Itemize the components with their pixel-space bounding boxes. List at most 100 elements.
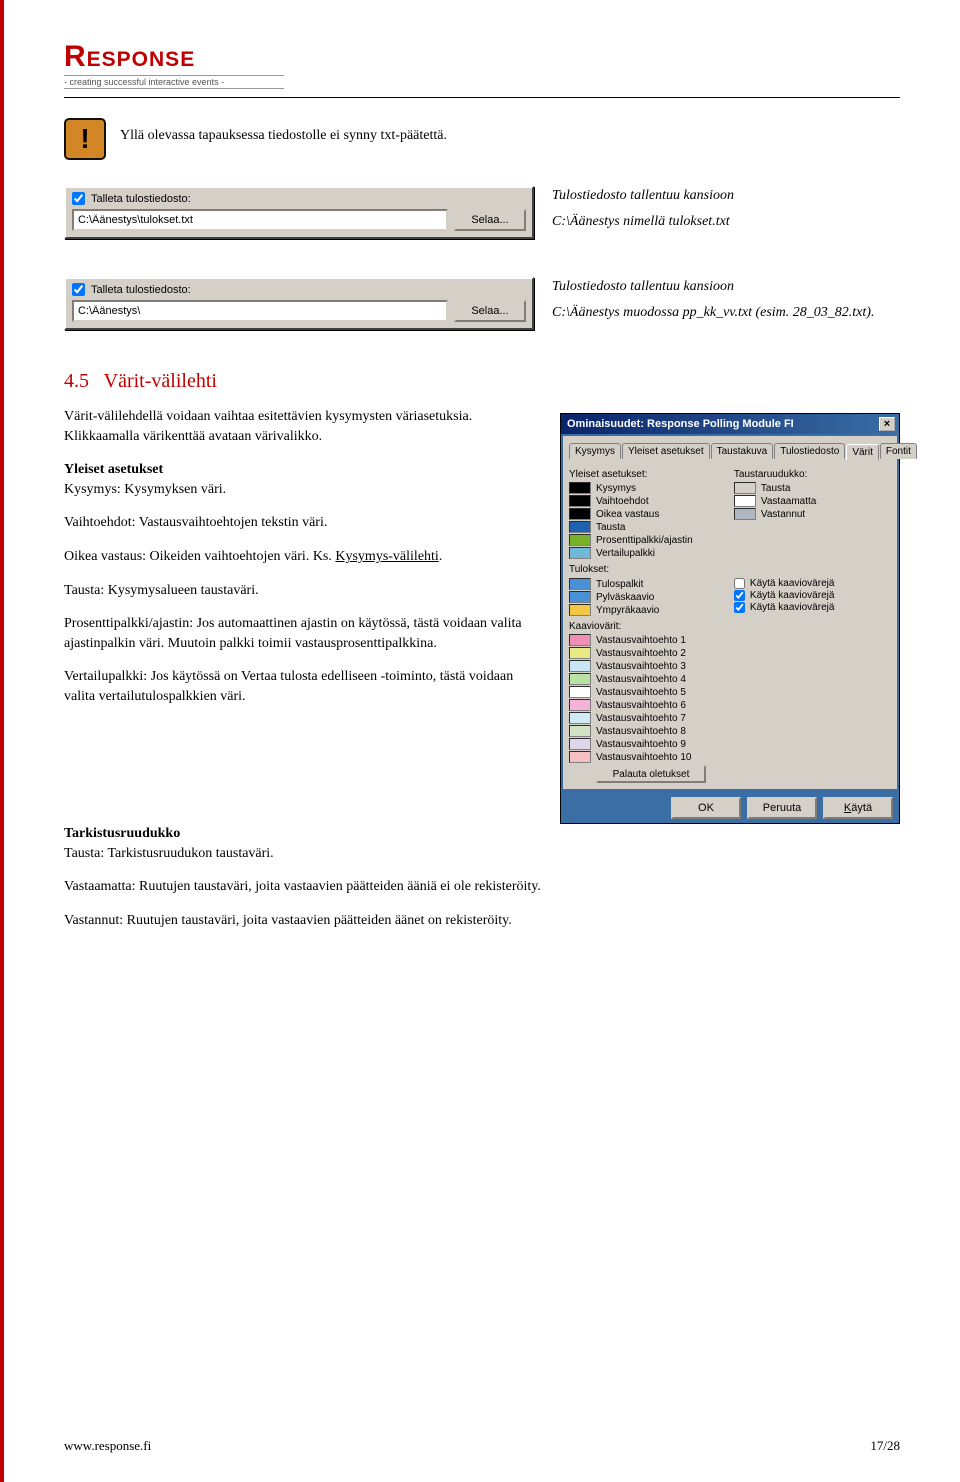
tab-tulostiedosto[interactable]: Tulostiedosto — [774, 443, 845, 459]
logo-text: Response — [64, 40, 900, 74]
tulokset-row-1: Pylväskaavio — [569, 591, 734, 603]
save-panel-2: Talleta tulostiedosto: Selaa... — [64, 277, 534, 330]
kaavio-row-2-swatch[interactable] — [569, 660, 591, 672]
yleiset-row-3-swatch[interactable] — [569, 521, 591, 533]
browse-button-2[interactable]: Selaa... — [454, 300, 526, 322]
footer-page: 17/28 — [870, 1438, 900, 1454]
tausta-row-2-label: Vastannut — [761, 509, 805, 520]
ok-button[interactable]: OK — [671, 797, 741, 819]
use-chart-colors-label-1: Käytä kaaviovärejä — [750, 590, 835, 601]
tausta-row-2-swatch[interactable] — [734, 508, 756, 520]
cancel-button[interactable]: Peruuta — [747, 797, 817, 819]
section-heading: 4.5 Värit-välilehti — [64, 370, 900, 393]
yleiset-row-4-label: Prosenttipalkki/ajastin — [596, 535, 693, 546]
yleiset-row-5: Vertailupalkki — [569, 547, 734, 559]
kaavio-row-7-swatch[interactable] — [569, 725, 591, 737]
tab-kysymys[interactable]: Kysymys — [569, 443, 621, 459]
kaavio-row-5-label: Vastausvaihtoehto 6 — [596, 700, 686, 711]
yleiset-row-1-label: Vaihtoehdot — [596, 496, 649, 507]
warning-icon: ! — [64, 118, 106, 160]
tarkistus-tausta-text: Tausta: Tarkistusruudukon taustaväri. — [64, 846, 274, 861]
kaavio-row-2: Vastausvaihtoehto 3 — [569, 660, 891, 672]
group-yleiset-label: Yleiset asetukset: — [569, 469, 734, 480]
tarkistus-heading: Tarkistusruudukko — [64, 826, 180, 841]
use-chart-colors-checkbox-0[interactable] — [734, 578, 745, 589]
reset-defaults-button[interactable]: Palauta oletukset — [596, 765, 706, 783]
kaavio-row-7: Vastausvaihtoehto 8 — [569, 725, 891, 737]
save-checkbox-1[interactable] — [72, 192, 85, 205]
yleiset-row-0: Kysymys — [569, 482, 734, 494]
group-tulokset-label: Tulokset: — [569, 564, 891, 575]
apply-button[interactable]: Käytä — [823, 797, 893, 819]
tulokset-chk-row-2: Käytä kaaviovärejä — [734, 602, 891, 613]
tausta-row-1-swatch[interactable] — [734, 495, 756, 507]
vaihtoehdot-text: Vaihtoehdot: Vastausvaihtoehtojen teksti… — [64, 513, 540, 533]
tausta-row-0-swatch[interactable] — [734, 482, 756, 494]
yleiset-row-1: Vaihtoehdot — [569, 495, 734, 507]
yleiset-row-3: Tausta — [569, 521, 734, 533]
prosentti-text: Prosenttipalkki/ajastin: Jos automaattin… — [64, 614, 540, 653]
oikea-vastaus-text: Oikea vastaus: Oikeiden vaihtoehtojen vä… — [64, 547, 540, 567]
group-tausta-label: Taustaruudukko: — [734, 469, 891, 480]
path-input-1[interactable] — [72, 209, 448, 231]
tab-strip: KysymysYleiset asetuksetTaustakuvaTulost… — [569, 442, 891, 459]
dialog-title: Ominaisuudet: Response Polling Module FI — [567, 418, 794, 430]
use-chart-colors-label-2: Käytä kaaviovärejä — [750, 602, 835, 613]
kaavio-row-8: Vastausvaihtoehto 9 — [569, 738, 891, 750]
yleiset-row-5-swatch[interactable] — [569, 547, 591, 559]
tausta-text: Tausta: Kysymysalueen taustaväri. — [64, 581, 540, 601]
kysymys-link[interactable]: Kysymys-välilehti — [335, 549, 438, 564]
kaavio-row-6: Vastausvaihtoehto 7 — [569, 712, 891, 724]
use-chart-colors-checkbox-1[interactable] — [734, 590, 745, 601]
kaavio-row-0-swatch[interactable] — [569, 634, 591, 646]
yleiset-row-4-swatch[interactable] — [569, 534, 591, 546]
kaavio-row-2-label: Vastausvaihtoehto 3 — [596, 661, 686, 672]
save-checkbox-label-1: Talleta tulostiedosto: — [91, 193, 191, 205]
yleiset-row-2-swatch[interactable] — [569, 508, 591, 520]
tausta-row-0: Tausta — [734, 482, 891, 494]
kysymys-text: Kysymys: Kysymyksen väri. — [64, 482, 226, 497]
kaavio-row-4-label: Vastausvaihtoehto 5 — [596, 687, 686, 698]
browse-button-1[interactable]: Selaa... — [454, 209, 526, 231]
tulokset-row-0-swatch[interactable] — [569, 578, 591, 590]
kaavio-row-4-swatch[interactable] — [569, 686, 591, 698]
save-checkbox-2[interactable] — [72, 283, 85, 296]
tulokset-row-2-swatch[interactable] — [569, 604, 591, 616]
close-icon[interactable]: × — [879, 417, 895, 431]
tausta-row-1: Vastaamatta — [734, 495, 891, 507]
tausta-row-0-label: Tausta — [761, 483, 790, 494]
use-chart-colors-checkbox-2[interactable] — [734, 602, 745, 613]
tulokset-row-1-label: Pylväskaavio — [596, 592, 654, 603]
vertailu-text: Vertailupalkki: Jos käytössä on Vertaa t… — [64, 667, 540, 706]
kaavio-row-8-swatch[interactable] — [569, 738, 591, 750]
kaavio-row-6-label: Vastausvaihtoehto 7 — [596, 713, 686, 724]
tab-yleiset-asetukset[interactable]: Yleiset asetukset — [622, 443, 710, 459]
tulokset-row-0-label: Tulospalkit — [596, 579, 643, 590]
tab-taustakuva[interactable]: Taustakuva — [711, 443, 774, 459]
tab-fontit[interactable]: Fontit — [880, 443, 917, 459]
tulokset-chk-row-1: Käytä kaaviovärejä — [734, 590, 891, 601]
kaavio-row-0-label: Vastausvaihtoehto 1 — [596, 635, 686, 646]
logo: Response - creating successful interacti… — [64, 40, 900, 93]
kaavio-row-5: Vastausvaihtoehto 6 — [569, 699, 891, 711]
header-rule — [64, 97, 900, 98]
kaavio-row-1-label: Vastausvaihtoehto 2 — [596, 648, 686, 659]
kaavio-row-3-swatch[interactable] — [569, 673, 591, 685]
kaavio-row-8-label: Vastausvaihtoehto 9 — [596, 739, 686, 750]
kaavio-row-1-swatch[interactable] — [569, 647, 591, 659]
properties-dialog: Ominaisuudet: Response Polling Module FI… — [560, 413, 900, 824]
kaavio-row-5-swatch[interactable] — [569, 699, 591, 711]
tab-värit[interactable]: Värit — [846, 444, 879, 460]
yleiset-row-1-swatch[interactable] — [569, 495, 591, 507]
kaavio-row-6-swatch[interactable] — [569, 712, 591, 724]
path-input-2[interactable] — [72, 300, 448, 322]
yleiset-heading: Yleiset asetukset — [64, 462, 163, 477]
tausta-row-1-label: Vastaamatta — [761, 496, 816, 507]
kaavio-row-9-swatch[interactable] — [569, 751, 591, 763]
kaavio-row-9-label: Vastausvaihtoehto 10 — [596, 752, 691, 763]
yleiset-row-0-swatch[interactable] — [569, 482, 591, 494]
panel2-note-line1: Tulostiedosto tallentuu kansioon — [552, 279, 900, 295]
tulokset-row-1-swatch[interactable] — [569, 591, 591, 603]
kaavio-row-3-label: Vastausvaihtoehto 4 — [596, 674, 686, 685]
panel1-note-line2: C:\Äänestys nimellä tulokset.txt — [552, 214, 900, 230]
